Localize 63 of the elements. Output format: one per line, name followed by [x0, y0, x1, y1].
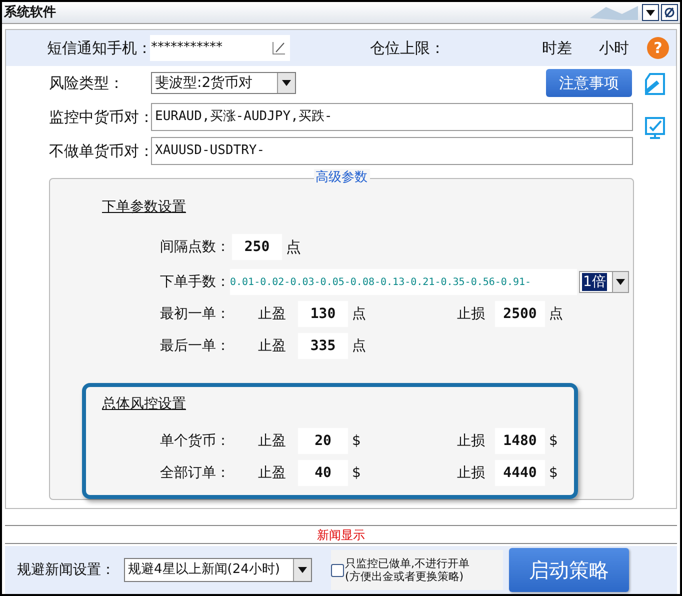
minimize-button[interactable]: [642, 4, 659, 21]
take-profit-label: 止盈: [258, 304, 287, 324]
take-profit-label: 止盈: [258, 432, 287, 450]
risk-type-label: 风险类型：: [49, 72, 125, 94]
take-profit-field[interactable]: 335: [298, 333, 348, 359]
unit-label: 点: [286, 236, 301, 258]
unit-label: $: [549, 432, 558, 450]
unit-label: $: [352, 464, 361, 480]
stop-loss-field[interactable]: 2500: [495, 301, 545, 327]
window-title: 系统软件: [3, 4, 56, 22]
take-profit-label: 止盈: [258, 464, 287, 482]
excluded-pairs-label: 不做单货币对：: [49, 140, 151, 162]
monitor-only-checkbox[interactable]: [331, 564, 344, 576]
stop-loss-label: 止损: [457, 304, 486, 324]
row-label: 单个货币：: [160, 432, 231, 450]
row-label: 全部订单：: [160, 464, 231, 482]
excluded-pairs-field[interactable]: XAUUSD-USDTRY-: [151, 137, 633, 165]
caret-icon: [616, 279, 625, 285]
stop-loss-label: 止损: [457, 432, 486, 450]
lots-field[interactable]: 0.01-0.02-0.03-0.05-0.08-0.13-0.21-0.35-0.56-0.91-: [230, 269, 577, 295]
stop-loss-label: 止损: [457, 464, 486, 482]
monitored-pairs-field[interactable]: EURAUD,买涨-AUDJPY,买跌-: [151, 103, 633, 131]
start-button[interactable]: 启动策略: [509, 548, 629, 592]
row-label: 最后一单：: [160, 336, 231, 356]
news-title: 新闻显示: [317, 526, 365, 544]
close-icon: [664, 7, 675, 18]
interval-field[interactable]: 250: [232, 234, 282, 260]
unit-label: 点: [549, 304, 563, 324]
section-title: 下单参数设置: [102, 198, 186, 217]
take-profit-label: 止盈: [258, 336, 287, 356]
risk-type-select[interactable]: 斐波型:2货币对: [151, 72, 296, 94]
avoid-news-select[interactable]: 规避4星以上新闻(24小时): [124, 558, 312, 582]
document-icon[interactable]: [644, 72, 666, 96]
row-label: 最初一单：: [160, 304, 231, 324]
take-profit-field[interactable]: 20: [298, 428, 348, 454]
notice-button[interactable]: 注意事项: [546, 69, 632, 97]
position-limit-label: 仓位上限：: [370, 38, 446, 59]
hours-label: 小时: [599, 38, 630, 59]
multiplier-select[interactable]: 1倍: [579, 271, 629, 293]
edit-icon: [272, 41, 286, 55]
decoration-icon: [588, 4, 640, 22]
unit-label: 点: [352, 338, 366, 354]
interval-label: 间隔点数：: [160, 238, 231, 256]
take-profit-field[interactable]: 130: [298, 301, 348, 327]
lots-label: 下单手数：: [160, 272, 230, 292]
caret-icon: [282, 80, 291, 86]
section-title: 总体风控设置: [102, 395, 186, 414]
unit-label: $: [352, 432, 361, 448]
monitor-check-icon[interactable]: [644, 116, 666, 140]
avoid-news-label: 规避新闻设置：: [17, 560, 116, 580]
monitored-pairs-label: 监控中货币对：: [49, 106, 151, 128]
minimize-icon: [646, 10, 655, 16]
monitor-only-label: 只监控已做单,不进行开单 (方便出金或者更换策略): [345, 557, 470, 583]
sms-label: 短信通知手机：: [47, 38, 150, 59]
caret-icon: [298, 567, 307, 573]
stop-loss-field[interactable]: 4440: [495, 460, 545, 486]
close-button[interactable]: [661, 4, 678, 21]
phone-field[interactable]: ***********: [150, 35, 290, 61]
unit-label: 点: [352, 306, 366, 322]
take-profit-field[interactable]: 40: [298, 460, 348, 486]
unit-label: $: [549, 464, 558, 482]
stop-loss-field[interactable]: 1480: [495, 428, 545, 454]
time-diff-label: 时差: [542, 38, 573, 59]
